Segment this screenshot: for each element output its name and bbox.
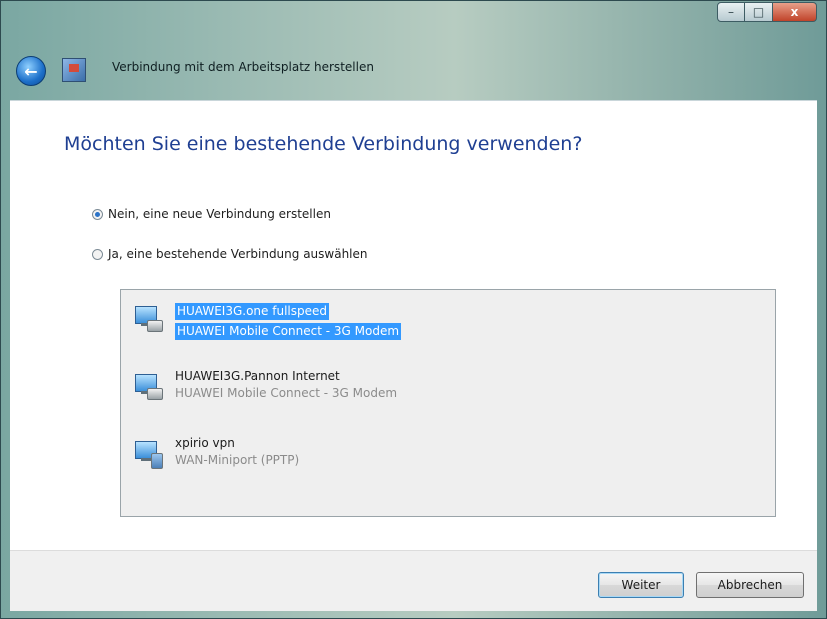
list-item-connection[interactable]: HUAWEI3G.Pannon Internet HUAWEI Mobile C… [131, 368, 551, 412]
radio-indicator[interactable] [92, 248, 103, 260]
title-bar: – □ x ← Verbindung mit dem Arbeitsplatz … [0, 0, 827, 100]
window-controls: – □ x [717, 2, 817, 22]
connection-device: HUAWEI Mobile Connect - 3G Modem [175, 323, 402, 340]
list-item-connection[interactable]: HUAWEI3G.one fullspeed HUAWEI Mobile Con… [131, 300, 551, 344]
radio-existing-connection[interactable]: Ja, eine bestehende Verbindung auswählen [92, 247, 368, 261]
wizard-content: Möchten Sie eine bestehende Verbindung v… [10, 100, 817, 551]
next-button[interactable]: Weiter [598, 572, 684, 598]
wizard-footer: Weiter Abbrechen [10, 550, 817, 611]
radio-indicator-checked[interactable] [92, 208, 103, 220]
back-arrow-icon[interactable]: ← [16, 56, 46, 86]
minimize-button[interactable]: – [717, 2, 745, 22]
radio-label: Nein, eine neue Verbindung erstellen [108, 207, 331, 221]
page-heading: Möchten Sie eine bestehende Verbindung v… [64, 133, 583, 155]
window-title: Verbindung mit dem Arbeitsplatz herstell… [112, 60, 374, 74]
cancel-button[interactable]: Abbrechen [696, 572, 804, 598]
network-wizard-icon [62, 58, 86, 82]
radio-new-connection[interactable]: Nein, eine neue Verbindung erstellen [92, 207, 331, 221]
radio-label: Ja, eine bestehende Verbindung auswählen [108, 247, 368, 261]
connection-name: HUAWEI3G.one fullspeed [175, 303, 329, 320]
list-item-connection[interactable]: xpirio vpn WAN-Miniport (PPTP) [131, 435, 551, 479]
connection-device: HUAWEI Mobile Connect - 3G Modem [175, 386, 398, 400]
connection-list[interactable]: HUAWEI3G.one fullspeed HUAWEI Mobile Con… [120, 289, 776, 517]
modem-connection-icon [131, 306, 163, 338]
connection-name: HUAWEI3G.Pannon Internet [175, 369, 340, 383]
modem-connection-icon [131, 374, 163, 406]
close-button[interactable]: x [773, 2, 817, 22]
maximize-button[interactable]: □ [745, 2, 773, 22]
wizard-window: – □ x ← Verbindung mit dem Arbeitsplatz … [0, 0, 827, 619]
connection-device: WAN-Miniport (PPTP) [175, 453, 300, 467]
connection-name: xpirio vpn [175, 436, 235, 450]
vpn-connection-icon [131, 441, 163, 473]
